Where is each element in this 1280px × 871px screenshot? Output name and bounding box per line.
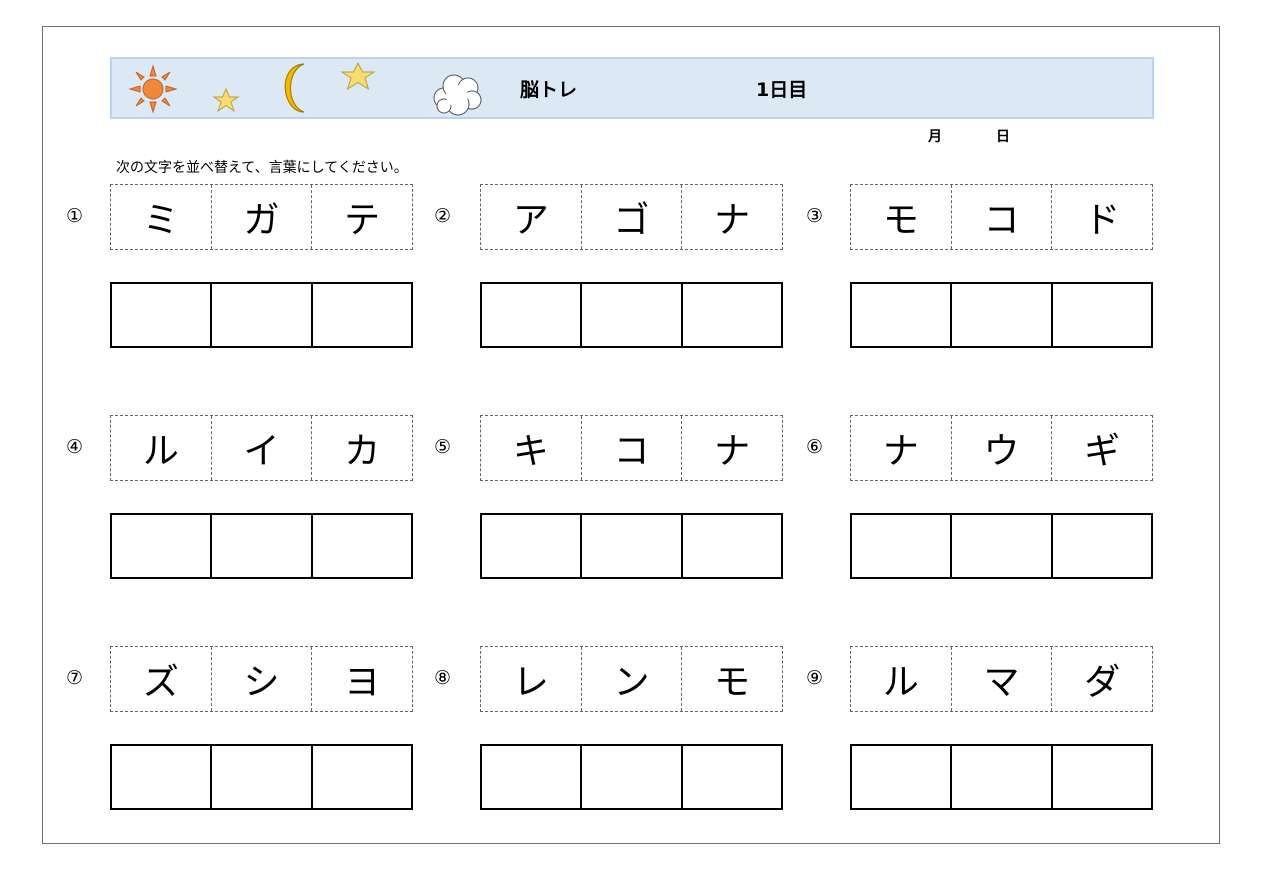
crescent-moon-icon	[284, 63, 305, 113]
answer-box[interactable]	[952, 515, 1053, 577]
question-number: ⑥	[806, 436, 824, 458]
letter-cell: ル	[851, 647, 952, 711]
question-number: ⑤	[434, 436, 452, 458]
day-label: 1日目	[756, 79, 808, 101]
answer-box[interactable]	[852, 746, 953, 808]
answer-box[interactable]	[212, 284, 313, 346]
letter-cell: テ	[344, 200, 381, 241]
letter-cell: ド	[1084, 200, 1121, 241]
letter-cell: ア	[481, 185, 582, 249]
question-number: ④	[66, 436, 84, 458]
answer-box[interactable]	[582, 746, 683, 808]
answer-box[interactable]	[112, 746, 213, 808]
answer-boxes	[110, 744, 413, 810]
letter-cell: キ	[481, 416, 582, 480]
answer-boxes	[480, 513, 783, 579]
letter-cell: ミ	[111, 185, 212, 249]
letter-cell: イ	[212, 416, 313, 480]
answer-box[interactable]	[683, 746, 781, 808]
answer-boxes	[850, 282, 1153, 348]
answer-box[interactable]	[212, 746, 313, 808]
worksheet-title: 脳トレ	[520, 79, 578, 101]
letter-cell: ゴ	[582, 185, 683, 249]
answer-boxes	[110, 513, 413, 579]
letter-cell: レ	[481, 647, 582, 711]
answer-boxes	[110, 282, 413, 348]
answer-box[interactable]	[852, 515, 953, 577]
scrambled-letters: ミガテ	[110, 184, 413, 250]
question-number: ①	[66, 205, 84, 227]
letter-cell: コ	[952, 185, 1053, 249]
answer-box[interactable]	[1053, 284, 1151, 346]
letter-cell: カ	[344, 431, 381, 472]
letter-cell: ズ	[111, 647, 212, 711]
answer-box[interactable]	[952, 284, 1053, 346]
answer-box[interactable]	[582, 284, 683, 346]
answer-box[interactable]	[313, 746, 411, 808]
letter-cell: ル	[111, 416, 212, 480]
answer-box[interactable]	[582, 515, 683, 577]
answer-box[interactable]	[313, 515, 411, 577]
header-banner	[110, 57, 1154, 119]
letter-cell: コ	[582, 416, 683, 480]
letter-cell: ナ	[714, 200, 751, 241]
answer-box[interactable]	[482, 746, 583, 808]
scrambled-letters: モコド	[850, 184, 1153, 250]
answer-box[interactable]	[212, 515, 313, 577]
answer-box[interactable]	[112, 515, 213, 577]
question-number: ⑧	[434, 667, 452, 689]
letter-cell: ガ	[212, 185, 313, 249]
star-icon	[340, 62, 376, 90]
answer-boxes	[480, 744, 783, 810]
answer-box[interactable]	[952, 746, 1053, 808]
scrambled-letters: ルマダ	[850, 646, 1153, 712]
letter-cell: ウ	[952, 416, 1053, 480]
letter-cell: シ	[212, 647, 313, 711]
letter-cell: ギ	[1084, 431, 1121, 472]
scrambled-letters: ズシヨ	[110, 646, 413, 712]
letter-cell: マ	[952, 647, 1053, 711]
letter-cell: モ	[714, 662, 751, 703]
answer-boxes	[850, 513, 1153, 579]
month-label: 月	[928, 129, 942, 145]
sun-icon	[128, 64, 178, 114]
question-number: ②	[434, 205, 452, 227]
small-star-icon	[212, 88, 240, 112]
answer-boxes	[480, 282, 783, 348]
letter-cell: モ	[851, 185, 952, 249]
letter-cell: ナ	[851, 416, 952, 480]
answer-box[interactable]	[1053, 746, 1151, 808]
date-day-label: 日	[996, 129, 1010, 145]
question-number: ⑦	[66, 667, 84, 689]
scrambled-letters: キコナ	[480, 415, 783, 481]
instruction-text: 次の文字を並べ替えて、言葉にしてください。	[116, 160, 408, 176]
answer-box[interactable]	[482, 284, 583, 346]
answer-box[interactable]	[683, 284, 781, 346]
answer-box[interactable]	[683, 515, 781, 577]
answer-box[interactable]	[313, 284, 411, 346]
letter-cell: ヨ	[344, 662, 381, 703]
question-number: ⑨	[806, 667, 824, 689]
scrambled-letters: レンモ	[480, 646, 783, 712]
letter-cell: ン	[582, 647, 683, 711]
answer-box[interactable]	[112, 284, 213, 346]
letter-cell: ダ	[1084, 662, 1121, 703]
scrambled-letters: ルイカ	[110, 415, 413, 481]
scrambled-letters: ナウギ	[850, 415, 1153, 481]
answer-box[interactable]	[1053, 515, 1151, 577]
question-number: ③	[806, 205, 824, 227]
letter-cell: ナ	[714, 431, 751, 472]
answer-box[interactable]	[482, 515, 583, 577]
cloud-icon	[433, 74, 482, 116]
scrambled-letters: アゴナ	[480, 184, 783, 250]
answer-boxes	[850, 744, 1153, 810]
answer-box[interactable]	[852, 284, 953, 346]
